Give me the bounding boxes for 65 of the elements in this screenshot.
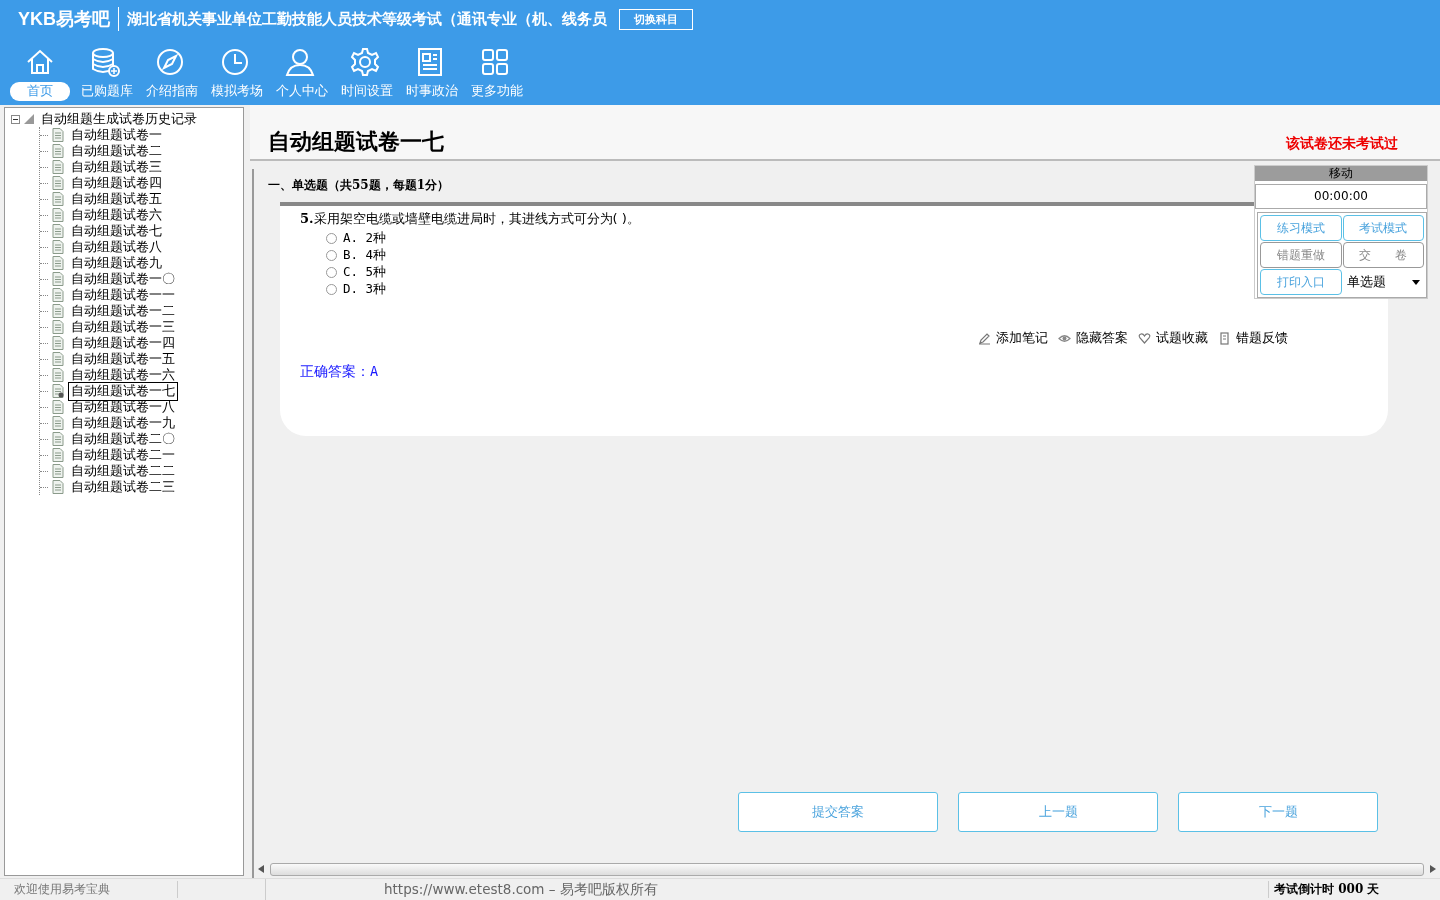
database-icon [89, 46, 121, 78]
document-icon [52, 288, 64, 302]
document-icon [52, 192, 64, 206]
document-icon [52, 352, 64, 366]
pencil-icon [978, 332, 991, 345]
tree-item[interactable]: 自动组题试卷一七 [68, 381, 178, 401]
document-pin-icon [52, 384, 64, 398]
document-icon [52, 176, 64, 190]
subject-title: 湖北省机关事业单位工勤技能人员技术等级考试（通讯专业（机、线务员 [127, 9, 607, 29]
tool-link[interactable]: 添加笔记 [978, 330, 1048, 347]
dropdown-value: 单选题 [1346, 273, 1386, 291]
document-icon [52, 128, 64, 142]
heart-icon [1138, 332, 1151, 345]
radio-button[interactable] [326, 233, 337, 244]
document-icon [52, 272, 64, 286]
user-icon [284, 46, 316, 78]
settings-icon [349, 46, 381, 78]
option-label[interactable]: A. 2种 [343, 230, 387, 247]
option-label[interactable]: C. 5种 [343, 264, 387, 281]
logo: YKB易考吧 [18, 7, 119, 31]
mode-button[interactable]: 错题重做 [1260, 242, 1342, 268]
scroll-right-icon [1430, 865, 1436, 873]
eye-icon [1058, 332, 1071, 345]
tool-link[interactable]: 隐藏答案 [1058, 330, 1128, 347]
paper-title: 自动组题试卷一七 [268, 127, 444, 156]
document-icon [52, 224, 64, 238]
compass-icon [154, 46, 186, 78]
paper-status: 该试卷还未考试过 [1286, 135, 1398, 153]
mode-button[interactable]: 交 卷 [1342, 242, 1424, 268]
document-icon [52, 416, 64, 430]
document-icon [52, 256, 64, 270]
option-label[interactable]: D. 3种 [343, 281, 387, 298]
book-icon [1218, 332, 1231, 345]
scroll-left-icon [258, 865, 264, 873]
clock-icon [219, 46, 251, 78]
section-heading: 一、单选题（共55题，每题1分） [268, 178, 450, 192]
option-label[interactable]: B. 4种 [343, 247, 387, 264]
document-icon [52, 400, 64, 414]
document-icon [52, 144, 64, 158]
radio-button[interactable] [326, 284, 337, 295]
document-icon [52, 336, 64, 350]
triangle-icon [24, 114, 34, 124]
copyright-text: https://www.etest8.com – 易考吧版权所有 [383, 880, 659, 899]
radio-button[interactable] [326, 267, 337, 278]
radio-button[interactable] [326, 250, 337, 261]
document-icon [52, 304, 64, 318]
document-icon [52, 240, 64, 254]
correct-answer: 正确答案：A [300, 363, 380, 381]
document-icon [52, 464, 64, 478]
document-icon [52, 432, 64, 446]
document-icon [52, 448, 64, 462]
caret-icon [1412, 279, 1420, 285]
document-icon [52, 320, 64, 334]
document-icon [52, 480, 64, 494]
timer-display: 00:00:00 [1255, 184, 1427, 209]
grid-icon [479, 46, 511, 78]
document-icon [52, 160, 64, 174]
exam-countdown: 考试倒计时 000 天 [1268, 881, 1440, 898]
welcome-text: 欢迎使用易考宝典 [0, 881, 178, 898]
panel-header: 移动 [1255, 166, 1427, 181]
collapse-icon[interactable] [11, 114, 20, 124]
tool-link[interactable]: 试题收藏 [1138, 330, 1208, 347]
document-icon [52, 208, 64, 222]
document-icon [52, 368, 64, 382]
tool-link[interactable]: 错题反馈 [1218, 330, 1288, 347]
